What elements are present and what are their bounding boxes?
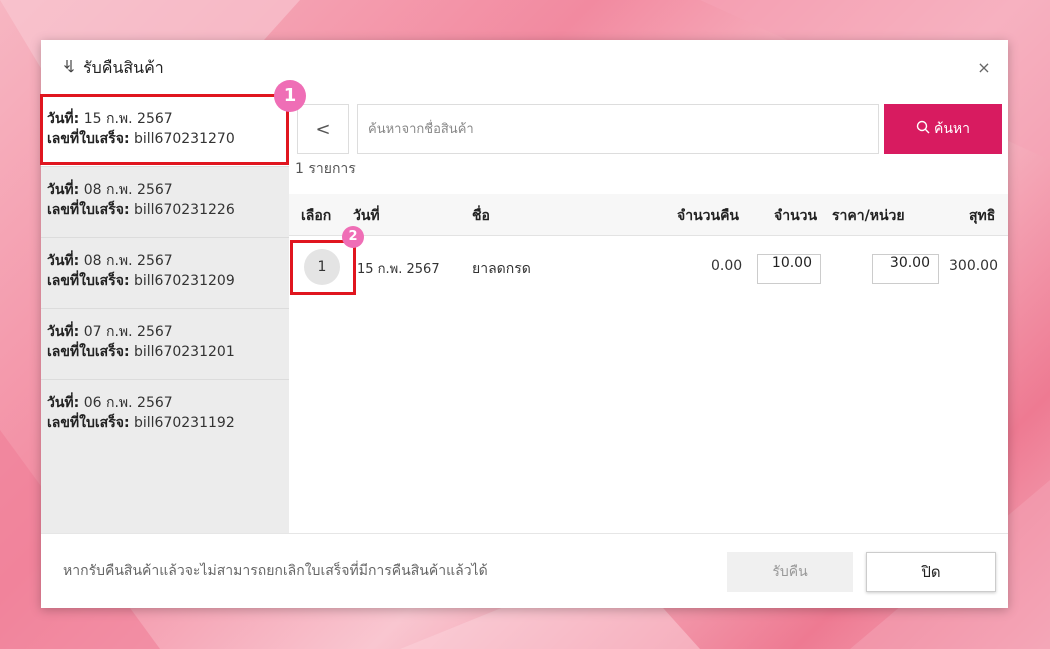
row-net: 300.00 xyxy=(949,258,998,274)
bill-date: 07 ก.พ. 2567 xyxy=(83,324,173,340)
back-button[interactable]: < xyxy=(297,104,349,154)
chevron-left-icon: < xyxy=(315,118,331,140)
return-arrow-icon xyxy=(63,59,75,77)
date-label: วันที่: xyxy=(47,395,80,411)
bill-detail-panel: < ค้นหา 1 รายการ เลือก วันที่ ชื่อ จำนวน… xyxy=(289,96,1008,533)
result-count: 1 รายการ xyxy=(295,161,356,177)
col-select: เลือก xyxy=(301,208,332,224)
bill-date: 08 ก.พ. 2567 xyxy=(83,253,173,269)
modal-title: รับคืนสินค้า xyxy=(83,57,164,77)
modal-footer: หากรับคืนสินค้าแล้วจะไม่สามารถยกเลิกใบเส… xyxy=(41,533,1008,608)
bill-item[interactable]: วันที่: 07 ก.พ. 2567 เลขที่ใบเสร็จ: bill… xyxy=(41,309,289,380)
return-button[interactable]: รับคืน xyxy=(727,552,853,592)
row-date: 15 ก.พ. 2567 xyxy=(357,262,440,277)
modal-header: รับคืนสินค้า xyxy=(41,40,1008,96)
bill-receipt: bill670231201 xyxy=(134,344,235,360)
bill-item[interactable]: วันที่: 06 ก.พ. 2567 เลขที่ใบเสร็จ: bill… xyxy=(41,380,289,451)
receipt-label: เลขที่ใบเสร็จ: xyxy=(47,273,130,289)
close-icon[interactable]: × xyxy=(974,58,994,78)
step-badge-2: 2 xyxy=(342,226,364,248)
col-net: สุทธิ xyxy=(969,208,996,224)
date-label: วันที่: xyxy=(47,253,80,269)
receipt-label: เลขที่ใบเสร็จ: xyxy=(47,415,130,431)
table-header: เลือก วันที่ ชื่อ จำนวนคืน จำนวน ราคา/หน… xyxy=(289,194,1008,236)
highlight-box-bill xyxy=(40,94,289,165)
search-button-label: ค้นหา xyxy=(933,121,971,137)
highlight-box-select xyxy=(290,240,356,295)
col-name: ชื่อ xyxy=(472,208,490,224)
date-label: วันที่: xyxy=(47,182,80,198)
row-name: ยาลดกรด xyxy=(472,261,531,277)
bill-receipt: bill670231209 xyxy=(134,273,235,289)
receipt-label: เลขที่ใบเสร็จ: xyxy=(47,202,130,218)
col-unit-price: ราคา/หน่วย xyxy=(832,208,905,224)
bill-item[interactable]: วันที่: 08 ก.พ. 2567 เลขที่ใบเสร็จ: bill… xyxy=(41,167,289,238)
search-icon xyxy=(916,120,930,138)
step-badge-1: 1 xyxy=(274,80,306,112)
qty-input[interactable]: 10.00 xyxy=(757,254,821,284)
close-button[interactable]: ปิด xyxy=(866,552,996,592)
warning-note: หากรับคืนสินค้าแล้วจะไม่สามารถยกเลิกใบเส… xyxy=(63,563,488,579)
receipt-label: เลขที่ใบเสร็จ: xyxy=(47,344,130,360)
bill-date: 06 ก.พ. 2567 xyxy=(83,395,173,411)
date-label: วันที่: xyxy=(47,324,80,340)
search-button[interactable]: ค้นหา xyxy=(884,104,1002,154)
row-return-qty: 0.00 xyxy=(711,258,743,274)
col-date: วันที่ xyxy=(353,208,380,224)
bill-date: 08 ก.พ. 2567 xyxy=(83,182,173,198)
col-return-qty: จำนวนคืน xyxy=(677,208,740,224)
col-qty: จำนวน xyxy=(774,208,818,224)
search-input[interactable] xyxy=(357,104,879,154)
bill-item[interactable]: วันที่: 08 ก.พ. 2567 เลขที่ใบเสร็จ: bill… xyxy=(41,238,289,309)
table-row: 1 15 ก.พ. 2567 ยาลดกรด 0.00 10.00 30.00 … xyxy=(289,237,1008,297)
bill-receipt: bill670231192 xyxy=(134,415,235,431)
unit-price-input[interactable]: 30.00 xyxy=(872,254,939,284)
bill-receipt: bill670231226 xyxy=(134,202,235,218)
